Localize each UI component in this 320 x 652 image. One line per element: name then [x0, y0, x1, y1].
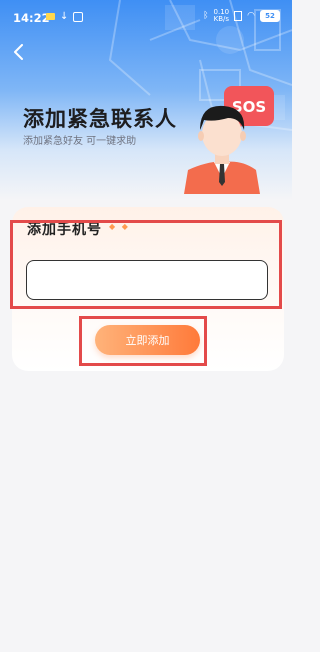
page-subtitle: 添加紧急好友 可一键求助 [23, 136, 137, 147]
net-speed: 0.10 KB/s [214, 9, 230, 23]
back-button[interactable] [9, 40, 29, 64]
status-bar: 14:22 ↓ ᛒ 0.10 KB/s ◠ 52 [0, 0, 292, 34]
chevron-left-icon [14, 44, 23, 60]
sim-icon [234, 11, 243, 21]
app-notification-icon [46, 13, 55, 20]
header-background: 14:22 ↓ ᛒ 0.10 KB/s ◠ 52 添加紧急联系人 添加紧急好友 … [0, 0, 292, 200]
download-icon: ↓ [60, 11, 69, 22]
page-title: 添加紧急联系人 [23, 107, 177, 131]
phone-number-input[interactable] [26, 260, 268, 300]
notification-icons: ↓ [46, 11, 84, 22]
net-speed-unit: KB/s [213, 15, 230, 23]
battery-icon: 52 [260, 10, 280, 22]
chat-notification-icon [73, 11, 84, 22]
wifi-icon: ◠ [247, 11, 255, 21]
bluetooth-icon: ᛒ [203, 11, 209, 21]
contact-person-illustration: SOS [184, 86, 274, 194]
decorative-dots-icon: ◆ ◆ [109, 222, 130, 231]
status-time: 14:22 [13, 11, 50, 25]
card-title: 添加手机号 [27, 219, 102, 241]
system-icons: ᛒ 0.10 KB/s ◠ 52 [203, 9, 280, 23]
add-now-button[interactable]: 立即添加 [95, 325, 200, 355]
